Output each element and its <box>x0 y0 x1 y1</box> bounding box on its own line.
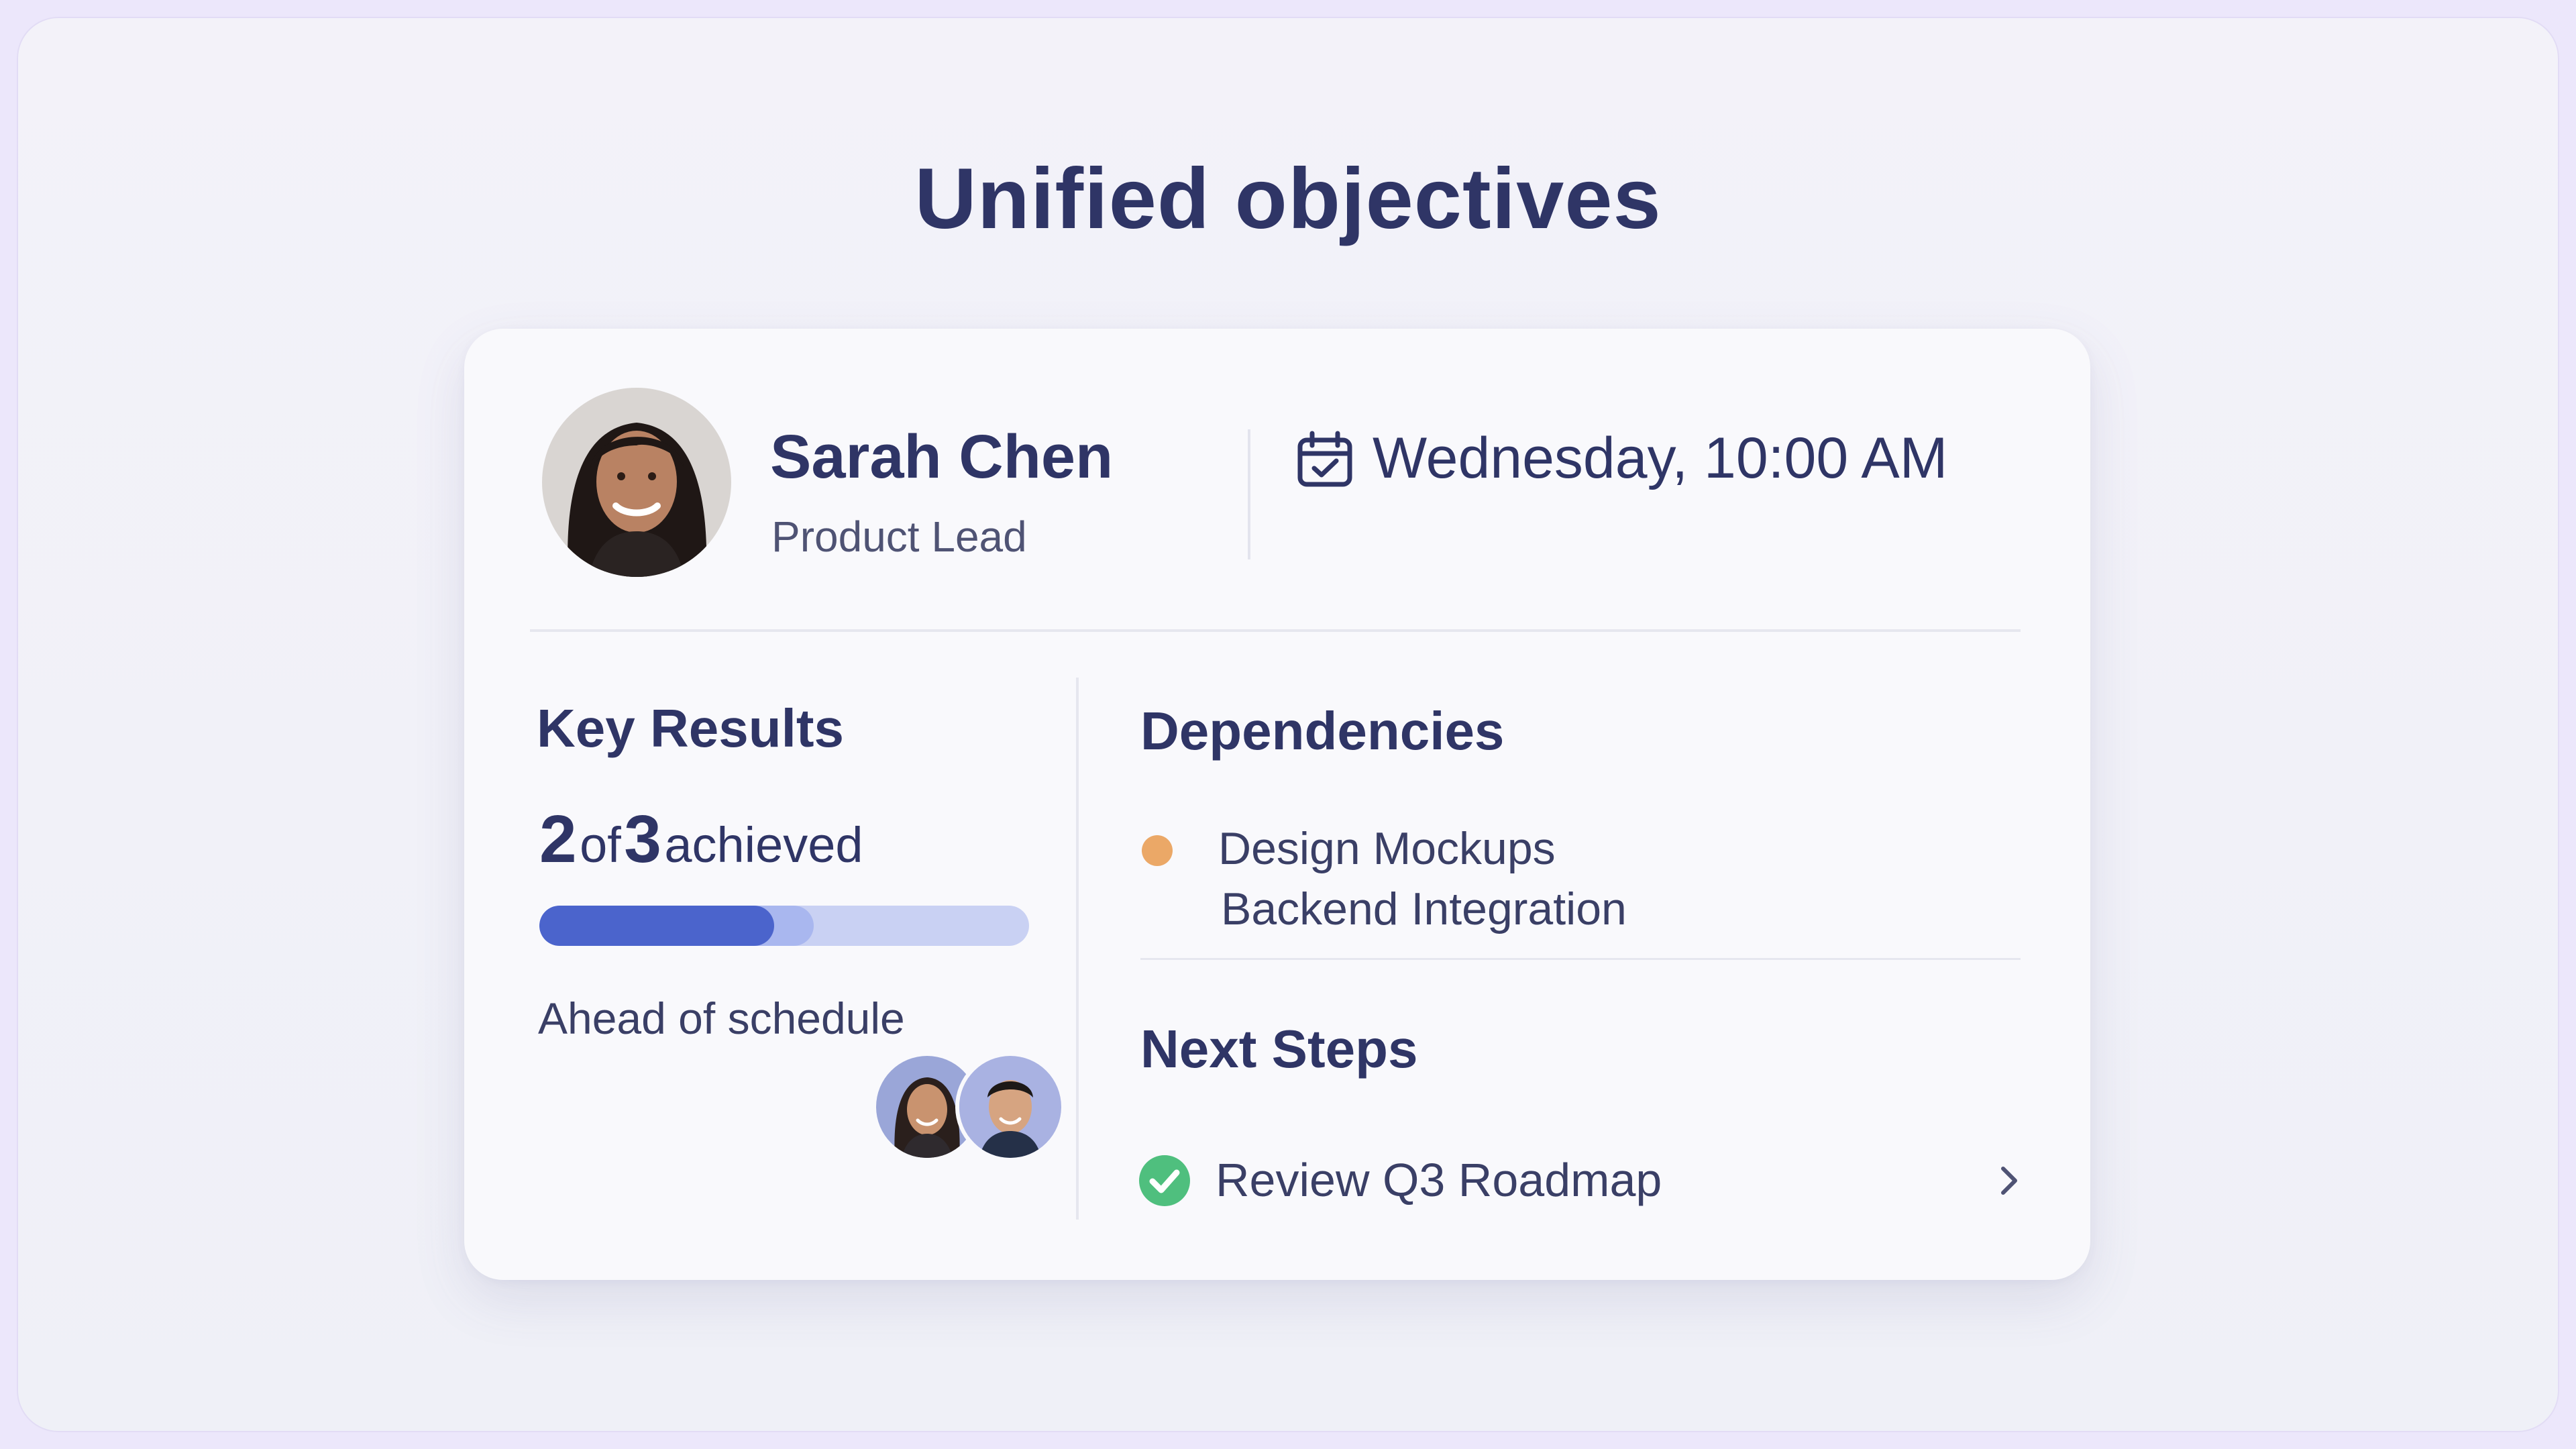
profile-photo-icon <box>542 388 731 577</box>
total-count: 3 <box>624 802 661 877</box>
achieved-count: 2 <box>539 802 577 877</box>
dependency-item[interactable]: Backend Integration <box>1221 880 1627 938</box>
avatar <box>542 388 731 577</box>
page-title: Unified objectives <box>914 151 1662 247</box>
profile-role: Product Lead <box>771 513 1027 561</box>
key-results-title: Key Results <box>537 698 844 758</box>
check-circle-icon <box>1139 1155 1190 1206</box>
next-step-row[interactable]: Review Q3 Roadmap <box>1138 1147 2027 1212</box>
progress-bar <box>539 906 1029 946</box>
achieved-label: achieved <box>664 817 863 873</box>
next-step-label: Review Q3 Roadmap <box>1216 1154 1662 1206</box>
status-dot <box>1142 835 1173 866</box>
next-steps-title: Next Steps <box>1140 1019 1418 1079</box>
profile-name: Sarah Chen <box>770 423 1114 491</box>
status-text: Ahead of schedule <box>538 994 905 1043</box>
dependencies-title: Dependencies <box>1140 701 1505 761</box>
of-label: of <box>580 817 621 873</box>
collaborator-avatar-man[interactable] <box>959 1056 1061 1158</box>
dependencies-divider <box>1140 958 2021 960</box>
key-results-count: 2 of 3 achieved <box>539 802 863 896</box>
dependency-item[interactable]: Design Mockups <box>1218 820 1556 877</box>
header-divider <box>1248 429 1250 559</box>
calendar-check-icon <box>1296 431 1354 488</box>
section-divider <box>530 629 2021 632</box>
meeting-datetime: Wednesday, 10:00 AM <box>1373 426 1948 490</box>
man-avatar-icon <box>959 1056 1061 1158</box>
progress-bar-fill <box>539 906 775 946</box>
column-divider <box>1076 678 1079 1220</box>
chevron-right-icon[interactable] <box>1990 1162 2027 1199</box>
